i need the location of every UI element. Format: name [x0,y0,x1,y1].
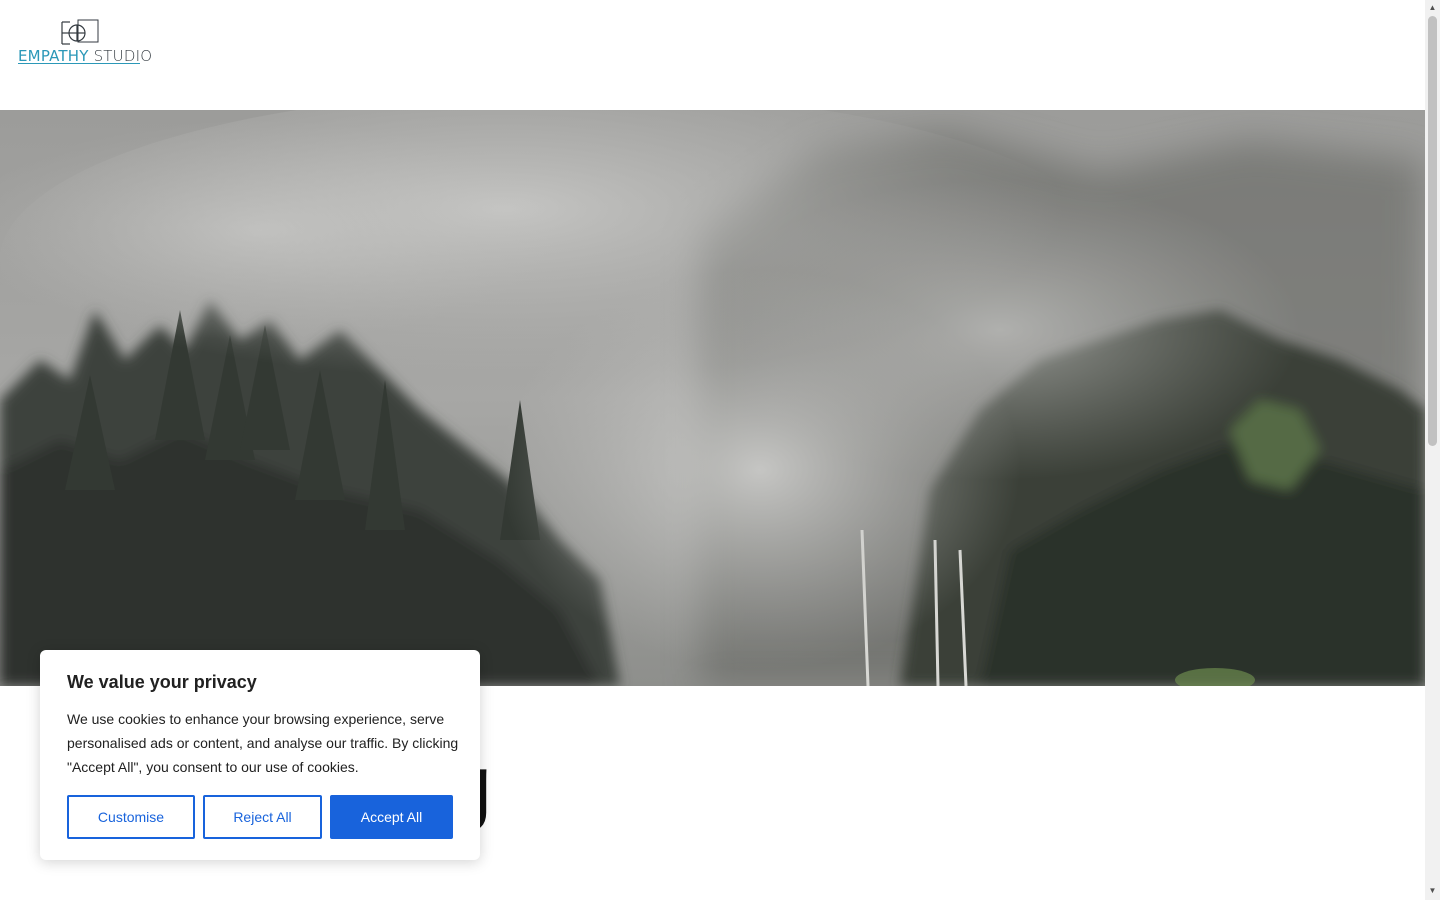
accept-all-button[interactable]: Accept All [330,795,453,839]
cookie-consent-banner: We value your privacy We use cookies to … [40,650,480,860]
cookie-title: We value your privacy [67,672,257,692]
logo-underline [18,63,140,64]
cookie-description: We use cookies to enhance your browsing … [67,711,459,775]
scrollbar[interactable]: ▲ ▼ [1425,0,1440,900]
chevron-down-icon[interactable]: ▼ [1425,884,1440,898]
logo-mark-icon [61,19,99,45]
customise-button[interactable]: Customise [67,795,195,839]
logo[interactable]: EMPATHY STUDIO [18,18,152,68]
chevron-up-icon[interactable]: ▲ [1425,1,1440,15]
hero-image [0,110,1425,686]
scrollbar-thumb[interactable] [1428,16,1437,446]
reject-all-button[interactable]: Reject All [203,795,322,839]
misty-forest-image [0,110,1425,686]
site-header: EMPATHY STUDIO [0,0,1425,110]
